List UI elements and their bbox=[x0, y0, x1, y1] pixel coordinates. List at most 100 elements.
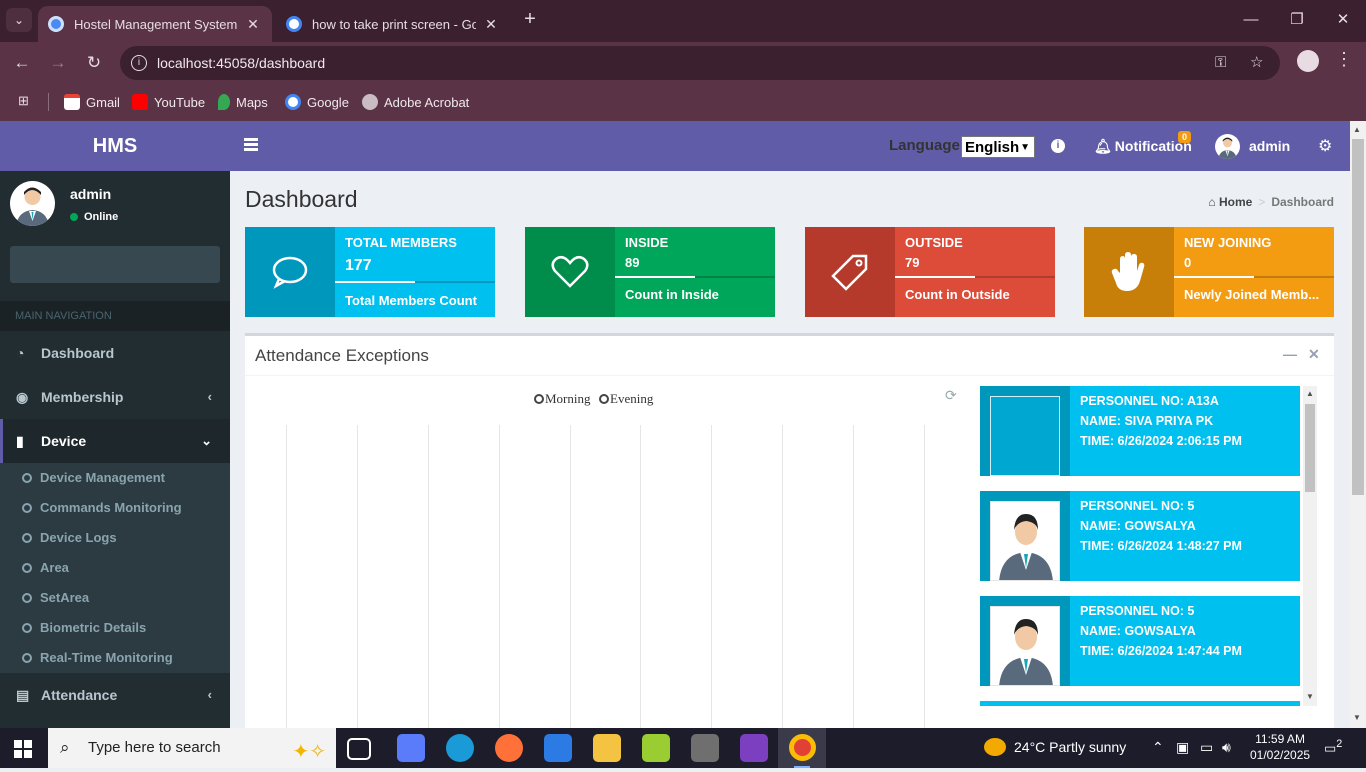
progress-bar bbox=[615, 276, 775, 278]
legend-evening[interactable]: Evening bbox=[599, 391, 653, 407]
forward-button[interactable]: → bbox=[45, 50, 71, 76]
breadcrumb-home[interactable]: Home bbox=[1219, 195, 1252, 209]
sidebar-item-device[interactable]: ▮ Device ⌄ bbox=[0, 419, 230, 463]
apps-grid-icon[interactable]: ⊞ bbox=[18, 93, 34, 109]
back-button[interactable]: ← bbox=[9, 50, 35, 76]
store-icon[interactable] bbox=[544, 734, 572, 762]
bookmark-gmail[interactable]: Gmail bbox=[64, 92, 120, 112]
close-tab-icon[interactable]: ✕ bbox=[244, 16, 262, 33]
meet-now-icon[interactable]: ▣ bbox=[1176, 739, 1189, 756]
legend-morning[interactable]: Morning bbox=[534, 391, 591, 407]
close-icon[interactable]: ✕ bbox=[1308, 346, 1320, 363]
feed-card[interactable]: PERSONNEL NO: 5 NAME: GOWSALYA TIME: 6/2… bbox=[980, 491, 1300, 581]
user-menu-name[interactable]: admin bbox=[1249, 138, 1290, 154]
submenu-device-management[interactable]: Device Management bbox=[0, 463, 230, 493]
taskbar-chrome-active[interactable] bbox=[778, 728, 826, 768]
paint-icon[interactable] bbox=[642, 734, 670, 762]
browser-menu-icon[interactable]: ⋮ bbox=[1334, 49, 1354, 70]
submenu-label: Device Logs bbox=[40, 530, 117, 545]
attendance-feed[interactable]: PERSONNEL NO: A13A NAME: SIVA PRIYA PK T… bbox=[980, 386, 1320, 706]
restore-button[interactable]: ❐ bbox=[1274, 0, 1320, 42]
feed-card[interactable]: PERSONNEL NO: A13A NAME: SIVA PRIYA PK T… bbox=[980, 386, 1300, 476]
progress-bar bbox=[895, 276, 1055, 278]
submenu-area[interactable]: Area bbox=[0, 553, 230, 583]
sidebar-search-input[interactable] bbox=[10, 246, 220, 283]
info-box-inside[interactable]: INSIDE 89 Count in Inside bbox=[525, 227, 775, 317]
scrollbar-thumb[interactable] bbox=[1352, 139, 1364, 495]
close-tab-icon[interactable]: ✕ bbox=[482, 16, 500, 33]
app-logo[interactable]: HMS bbox=[0, 121, 230, 171]
refresh-icon[interactable]: ⟳ bbox=[945, 387, 957, 404]
profile-avatar-icon[interactable] bbox=[1297, 50, 1319, 72]
weather-widget[interactable]: 24°C Partly sunny bbox=[984, 738, 1126, 756]
language-select[interactable]: English ▼ bbox=[961, 136, 1035, 158]
notification-center-button[interactable]: ▭2 bbox=[1324, 738, 1342, 756]
bookmark-maps[interactable]: Maps bbox=[218, 92, 268, 112]
scrollbar-thumb[interactable] bbox=[1305, 404, 1315, 492]
edge-icon[interactable] bbox=[446, 734, 474, 762]
sidebar-item-attendance[interactable]: ▤ Attendance ‹ bbox=[0, 673, 230, 717]
password-key-icon[interactable]: ⚿ bbox=[1215, 46, 1226, 80]
user-name: admin bbox=[70, 186, 112, 202]
info-box-total-members[interactable]: TOTAL MEMBERS 177 Total Members Count bbox=[245, 227, 495, 317]
info-box-description: Count in Outside bbox=[905, 287, 1010, 302]
volume-icon[interactable]: 🔊︎ bbox=[1222, 739, 1231, 756]
grid-line bbox=[570, 425, 571, 728]
bookmark-adobe-acrobat[interactable]: Adobe Acrobat bbox=[362, 92, 469, 112]
clock-date: 01/02/2025 bbox=[1250, 748, 1311, 762]
close-window-button[interactable]: ✕ bbox=[1320, 0, 1366, 42]
firefox-icon[interactable] bbox=[495, 734, 523, 762]
site-info-icon[interactable]: i bbox=[131, 55, 147, 71]
sidebar-item-membership[interactable]: ◉ Membership ‹ bbox=[0, 375, 230, 419]
attendance-exceptions-box: Attendance Exceptions — ✕ Morning Evenin… bbox=[245, 333, 1334, 728]
personnel-name: NAME: GOWSALYA bbox=[1080, 624, 1196, 638]
personnel-name: NAME: SIVA PRIYA PK bbox=[1080, 414, 1214, 428]
chevron-up-icon[interactable]: ⌃ bbox=[1152, 739, 1164, 756]
scroll-down-icon[interactable]: ▼ bbox=[1306, 692, 1314, 701]
browser-tab[interactable]: how to take print screen - Goog ✕ bbox=[276, 6, 510, 42]
network-icon[interactable]: ▭ bbox=[1200, 739, 1213, 756]
bookmark-star-icon[interactable]: ☆ bbox=[1250, 46, 1263, 80]
scroll-up-icon[interactable]: ▲ bbox=[1306, 389, 1314, 398]
tab-search-button[interactable]: ⌄ bbox=[6, 8, 32, 32]
url-text: localhost:45058/dashboard bbox=[157, 55, 326, 71]
address-bar[interactable]: i localhost:45058/dashboard ⚿ ☆ bbox=[120, 46, 1280, 80]
sidebar-item-dashboard[interactable]: ◔ Dashboard bbox=[0, 331, 230, 375]
browser-tab-active[interactable]: Hostel Management System | D ✕ bbox=[38, 6, 272, 42]
browser-toolbar: ← → ↻ i localhost:45058/dashboard ⚿ ☆ ⋮ bbox=[0, 42, 1366, 84]
info-box-value: 177 bbox=[345, 257, 372, 274]
page-scrollbar[interactable]: ▲ ▼ bbox=[1350, 121, 1366, 728]
sidebar-toggle-icon[interactable] bbox=[244, 138, 258, 151]
new-tab-button[interactable]: + bbox=[518, 8, 542, 32]
user-avatar[interactable] bbox=[1215, 134, 1240, 159]
bookmark-google[interactable]: Google bbox=[285, 92, 349, 112]
collapse-icon[interactable]: — bbox=[1283, 346, 1297, 362]
visual-studio-icon[interactable] bbox=[740, 734, 768, 762]
reload-button[interactable]: ↻ bbox=[81, 50, 107, 76]
windows-start-icon[interactable] bbox=[14, 740, 32, 758]
breadcrumb-separator: > bbox=[1258, 195, 1266, 209]
gears-icon[interactable]: ⚙ bbox=[1318, 136, 1332, 156]
info-box-outside[interactable]: OUTSIDE 79 Count in Outside bbox=[805, 227, 1055, 317]
bell-icon: 🔔︎ bbox=[1094, 138, 1112, 154]
submenu-setarea[interactable]: SetArea bbox=[0, 583, 230, 613]
task-view-icon[interactable] bbox=[347, 738, 371, 760]
scroll-up-icon[interactable]: ▲ bbox=[1353, 125, 1361, 134]
submenu-commands-monitoring[interactable]: Commands Monitoring bbox=[0, 493, 230, 523]
system-clock[interactable]: 11:59 AM 01/02/2025 bbox=[1250, 731, 1310, 763]
minimize-button[interactable]: — bbox=[1228, 0, 1274, 42]
file-explorer-icon[interactable] bbox=[593, 734, 621, 762]
copilot-icon[interactable] bbox=[397, 734, 425, 762]
scroll-down-icon[interactable]: ▼ bbox=[1353, 713, 1361, 722]
tools-icon[interactable] bbox=[691, 734, 719, 762]
info-icon[interactable]: i bbox=[1051, 139, 1065, 153]
bookmark-youtube[interactable]: YouTube bbox=[132, 92, 205, 112]
submenu-real-time-monitoring[interactable]: Real-Time Monitoring bbox=[0, 643, 230, 673]
submenu-device-logs[interactable]: Device Logs bbox=[0, 523, 230, 553]
info-box-new-joining[interactable]: NEW JOINING 0 Newly Joined Memb... bbox=[1084, 227, 1334, 317]
feed-card[interactable]: PERSONNEL NO: 5 NAME: GOWSALYA TIME: 6/2… bbox=[980, 596, 1300, 686]
feed-scrollbar[interactable]: ▲ ▼ bbox=[1303, 386, 1317, 706]
feed-card[interactable] bbox=[980, 701, 1300, 706]
submenu-biometric-details[interactable]: Biometric Details bbox=[0, 613, 230, 643]
taskbar-search-input[interactable]: ⌕ Type here to search ✦✧ bbox=[48, 728, 336, 768]
